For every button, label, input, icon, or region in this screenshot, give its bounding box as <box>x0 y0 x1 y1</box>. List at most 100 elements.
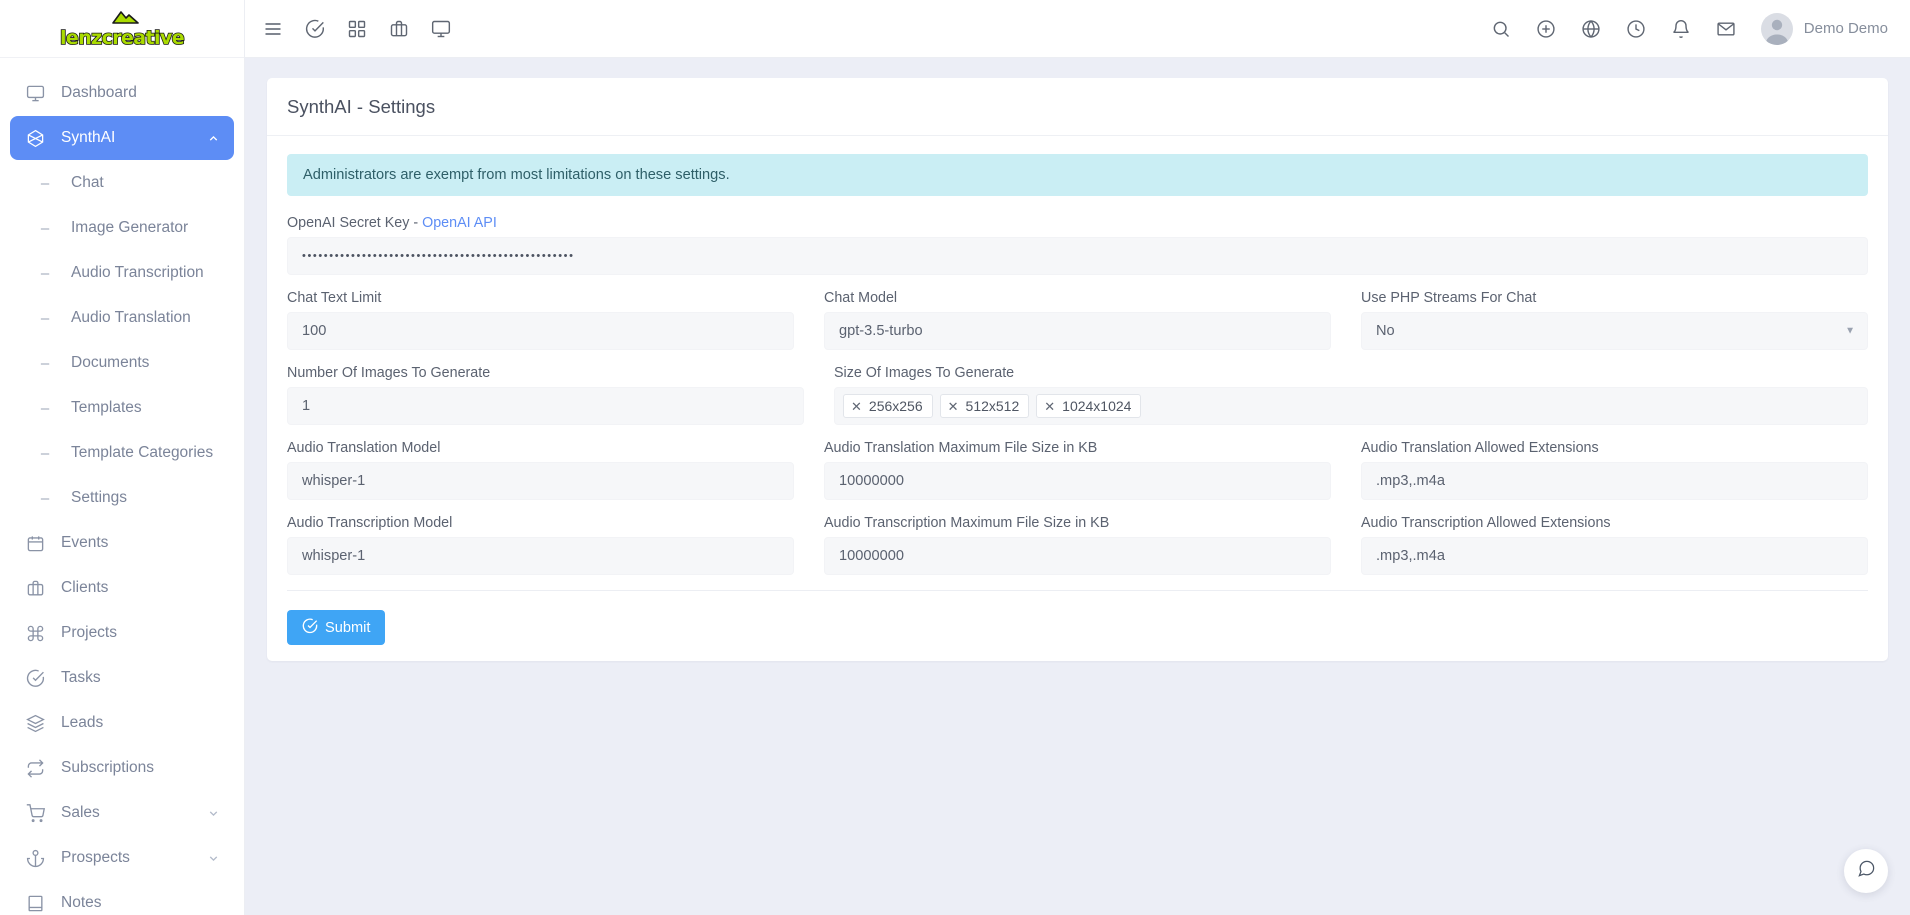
sidebar-item-audio-translation[interactable]: – Audio Translation <box>10 296 234 340</box>
dash-icon: – <box>40 174 50 192</box>
plus-circle-icon[interactable] <box>1536 19 1556 39</box>
sidebar-item-clients[interactable]: Clients <box>10 566 234 610</box>
submit-area: Submit <box>287 591 1868 651</box>
anchor-icon <box>24 847 46 869</box>
php-streams-label: Use PHP Streams For Chat <box>1361 290 1537 306</box>
brand-logo: lenzcreative <box>59 9 185 49</box>
sidebar-item-label: Clients <box>61 579 109 596</box>
command-icon <box>24 622 46 644</box>
openai-api-link[interactable]: OpenAI API <box>422 215 497 231</box>
audio-translation-extensions-input[interactable]: .mp3,.m4a <box>1361 462 1868 500</box>
menu-icon[interactable] <box>263 19 283 39</box>
size-of-images-label: Size Of Images To Generate <box>834 365 1015 381</box>
php-streams-value: No <box>1376 323 1395 339</box>
sidebar-item-label: SynthAI <box>61 129 116 146</box>
sidebar-item-projects[interactable]: Projects <box>10 611 234 655</box>
search-icon[interactable] <box>1491 19 1511 39</box>
dash-icon: – <box>40 489 50 507</box>
audio-transcription-extensions-input[interactable]: .mp3,.m4a <box>1361 537 1868 575</box>
bell-icon[interactable] <box>1671 19 1691 39</box>
size-of-images-tags[interactable]: ✕ 256x256 ✕ 512x512 ✕ 1024x1024 <box>834 387 1868 425</box>
remove-tag-icon[interactable]: ✕ <box>851 400 862 413</box>
mail-icon[interactable] <box>1716 19 1736 39</box>
briefcase-icon[interactable] <box>389 19 409 39</box>
card-body: Administrators are exempt from most limi… <box>267 136 1888 661</box>
remove-tag-icon[interactable]: ✕ <box>1044 400 1055 413</box>
audio-translation-model-group: Audio Translation Model whisper-1 <box>287 440 794 500</box>
check-circle-icon <box>24 667 46 689</box>
tag-item[interactable]: ✕ 1024x1024 <box>1036 394 1142 418</box>
audio-transcription-extensions-group: Audio Transcription Allowed Extensions .… <box>1361 515 1868 575</box>
calendar-icon <box>24 532 46 554</box>
audio-transcription-model-label: Audio Transcription Model <box>287 515 453 531</box>
sidebar-item-tasks[interactable]: Tasks <box>10 656 234 700</box>
audio-translation-row: Audio Translation Model whisper-1 Audio … <box>287 440 1868 500</box>
chevron-down-icon <box>207 852 220 865</box>
audio-translation-max-size-input[interactable]: 10000000 <box>824 462 1331 500</box>
remove-tag-icon[interactable]: ✕ <box>948 400 959 413</box>
secret-key-input[interactable]: ••••••••••••••••••••••••••••••••••••••••… <box>287 237 1868 275</box>
sidebar-item-label: Template Categories <box>71 444 214 461</box>
sidebar-item-synthai[interactable]: SynthAI <box>10 116 234 160</box>
submit-button[interactable]: Submit <box>287 610 386 645</box>
audio-transcription-max-size-input[interactable]: 10000000 <box>824 537 1331 575</box>
sidebar-item-template-categories[interactable]: – Template Categories <box>10 431 234 475</box>
audio-transcription-model-input[interactable]: whisper-1 <box>287 537 794 575</box>
secret-key-row: OpenAI Secret Key - OpenAI API •••••••••… <box>287 215 1868 275</box>
sidebar-item-chat[interactable]: – Chat <box>10 161 234 205</box>
chat-text-limit-label: Chat Text Limit <box>287 290 382 306</box>
chat-model-input[interactable]: gpt-3.5-turbo <box>824 312 1331 350</box>
tag-item[interactable]: ✕ 512x512 <box>939 394 1030 418</box>
audio-translation-extensions-group: Audio Translation Allowed Extensions .mp… <box>1361 440 1868 500</box>
sidebar: lenzcreative Dashboard SynthAI – Chat – … <box>0 0 245 915</box>
sidebar-item-dashboard[interactable]: Dashboard <box>10 71 234 115</box>
chat-bubble-icon <box>1857 859 1876 883</box>
sidebar-item-notes[interactable]: Notes <box>10 881 234 915</box>
sidebar-item-audio-transcription[interactable]: – Audio Transcription <box>10 251 234 295</box>
sidebar-item-sales[interactable]: Sales <box>10 791 234 835</box>
audio-translation-model-input[interactable]: whisper-1 <box>287 462 794 500</box>
sidebar-item-settings[interactable]: – Settings <box>10 476 234 520</box>
globe-icon[interactable] <box>1581 19 1601 39</box>
sidebar-item-label: Tasks <box>61 669 101 686</box>
chat-text-limit-input[interactable]: 100 <box>287 312 794 350</box>
number-of-images-input[interactable]: 1 <box>287 387 804 425</box>
sidebar-item-label: Image Generator <box>71 219 189 236</box>
audio-translation-max-size-group: Audio Translation Maximum File Size in K… <box>824 440 1331 500</box>
sidebar-item-documents[interactable]: – Documents <box>10 341 234 385</box>
php-streams-group: Use PHP Streams For Chat No ▼ <box>1361 290 1868 350</box>
dash-icon: – <box>40 444 50 462</box>
sidebar-item-leads[interactable]: Leads <box>10 701 234 745</box>
logo-area[interactable]: lenzcreative <box>0 0 244 58</box>
topbar: Demo Demo <box>245 0 1910 58</box>
chat-widget-button[interactable] <box>1844 849 1888 893</box>
monitor-icon <box>24 82 46 104</box>
audio-transcription-max-size-group: Audio Transcription Maximum File Size in… <box>824 515 1331 575</box>
clock-icon[interactable] <box>1626 19 1646 39</box>
sidebar-item-label: Audio Transcription <box>71 264 204 281</box>
info-alert: Administrators are exempt from most limi… <box>287 154 1868 196</box>
monitor-icon[interactable] <box>431 19 451 39</box>
number-of-images-label: Number Of Images To Generate <box>287 365 491 381</box>
mountain-icon <box>102 9 142 28</box>
book-icon <box>24 892 46 914</box>
sidebar-item-templates[interactable]: – Templates <box>10 386 234 430</box>
audio-transcription-max-size-label: Audio Transcription Maximum File Size in… <box>824 515 1110 531</box>
dash-icon: – <box>40 264 50 282</box>
sidebar-item-events[interactable]: Events <box>10 521 234 565</box>
tag-item[interactable]: ✕ 256x256 <box>843 394 933 418</box>
brand-name: lenzcreative <box>59 27 185 49</box>
check-circle-icon[interactable] <box>305 19 325 39</box>
sidebar-item-prospects[interactable]: Prospects <box>10 836 234 880</box>
grid-icon[interactable] <box>347 19 367 39</box>
sidebar-item-subscriptions[interactable]: Subscriptions <box>10 746 234 790</box>
topbar-right-icons: Demo Demo <box>1491 12 1888 45</box>
sidebar-item-label: Subscriptions <box>61 759 155 776</box>
sidebar-item-image-generator[interactable]: – Image Generator <box>10 206 234 250</box>
card-header: SynthAI - Settings <box>267 78 1888 136</box>
php-streams-select[interactable]: No ▼ <box>1361 312 1868 350</box>
sidebar-nav: Dashboard SynthAI – Chat – Image Generat… <box>0 58 244 915</box>
user-menu[interactable]: Demo Demo <box>1760 12 1888 45</box>
audio-translation-extensions-label: Audio Translation Allowed Extensions <box>1361 440 1599 456</box>
chat-text-limit-group: Chat Text Limit 100 <box>287 290 794 350</box>
